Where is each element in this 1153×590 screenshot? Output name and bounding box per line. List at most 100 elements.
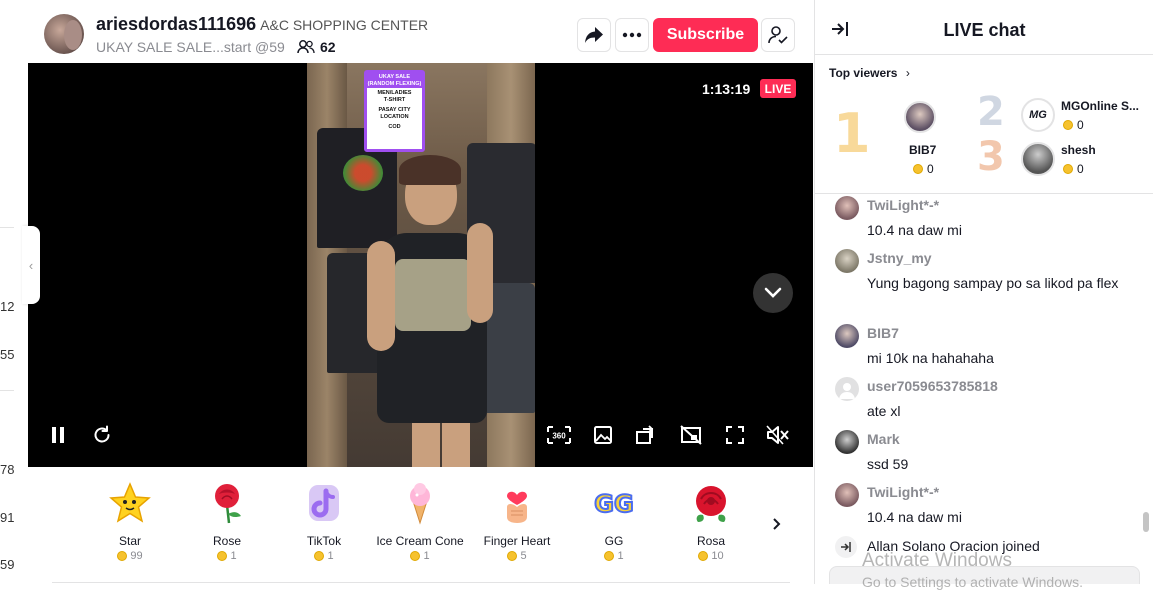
view-360-icon: 360 [547, 426, 571, 444]
chat-user-avatar[interactable] [835, 324, 859, 348]
picture-mode-button[interactable] [591, 423, 615, 447]
pause-button[interactable] [46, 423, 70, 447]
follow-user-button[interactable] [761, 18, 795, 52]
gift-name: GG [604, 534, 624, 548]
more-dots-icon [622, 32, 642, 38]
chat-user-avatar[interactable] [835, 430, 859, 454]
gift-name: TikTok [306, 534, 342, 548]
share-button[interactable] [577, 18, 611, 52]
gift-gg[interactable]: GG GG 1 [566, 479, 662, 562]
chat-text: ate xl [867, 403, 901, 419]
tiktok-gift-icon [309, 485, 339, 521]
gift-cost: 1 [327, 550, 334, 562]
chat-username[interactable]: BIB7 [867, 325, 899, 341]
chevron-right-icon: › [905, 66, 910, 80]
divider [0, 227, 14, 228]
username-text: ariesdordas111696 [96, 14, 257, 34]
live-video-player[interactable]: UKAY SALE (RANDOM FLEXING) MEN/LADIES T-… [28, 63, 813, 467]
chat-user-avatar[interactable] [835, 249, 859, 273]
pip-off-button[interactable] [679, 423, 703, 447]
top-viewer-name: BIB7 [909, 143, 937, 157]
gift-ice-cream-cone[interactable]: Ice Cream Cone 1 [372, 479, 468, 562]
gift-cost: 1 [617, 550, 624, 562]
count-text: 55 [0, 347, 15, 362]
gift-tiktok[interactable]: TikTok 1 [276, 479, 372, 562]
gift-rosa[interactable]: Rosa 10 [663, 479, 759, 562]
refresh-button[interactable] [90, 423, 114, 447]
divider [52, 582, 790, 583]
join-icon [835, 536, 857, 558]
windows-watermark-title: Activate Windows [862, 550, 1012, 571]
chat-username[interactable]: TwiLight*-* [867, 484, 939, 500]
top-viewer-name: shesh [1061, 143, 1096, 157]
top-viewer-coins: 0 [1077, 162, 1084, 176]
rank-number: 2 [977, 89, 1005, 135]
gift-finger-heart[interactable]: Finger Heart 5 [469, 479, 565, 562]
sign-heading-sub: (RANDOM FLEXING) [367, 80, 422, 87]
count-text: 12 [0, 299, 15, 314]
divider [0, 390, 14, 391]
top-viewer-avatar[interactable]: MG [1021, 98, 1055, 132]
view-360-button[interactable]: 360 [546, 423, 572, 447]
shop-name: A&C SHOPPING CENTER [260, 17, 429, 33]
chat-user-avatar[interactable] [835, 483, 859, 507]
top-viewer-avatar[interactable] [904, 101, 936, 133]
mute-button[interactable] [766, 423, 790, 447]
chevron-left-icon: ‹ [28, 257, 34, 273]
image-icon [594, 426, 612, 444]
coin-icon [217, 551, 228, 561]
coin-icon [1063, 120, 1073, 130]
divider [815, 193, 1153, 194]
muted-speaker-icon [766, 425, 789, 445]
count-text: 59 [0, 557, 15, 572]
default-avatar-icon[interactable] [835, 377, 859, 401]
coin-icon [410, 551, 421, 561]
gift-star[interactable]: Star 99 [82, 479, 178, 562]
rotate-screen-button[interactable] [634, 423, 658, 447]
top-viewers-link[interactable]: Top viewers › [829, 66, 910, 80]
coin-icon [698, 551, 709, 561]
chat-username[interactable]: TwiLight*-* [867, 197, 939, 213]
subscribe-button[interactable]: Subscribe [653, 18, 758, 52]
collapse-arrow-icon [832, 22, 848, 36]
gift-rose[interactable]: Rose 1 [179, 479, 275, 562]
coin-icon [1063, 164, 1073, 174]
top-viewers-label: Top viewers [829, 66, 898, 80]
fullscreen-button[interactable] [723, 423, 747, 447]
coin-icon [117, 551, 128, 561]
chat-title: LIVE chat [943, 20, 1026, 40]
windows-watermark-text: Go to Settings to activate Windows. [862, 574, 1083, 590]
chat-username[interactable]: Mark [867, 431, 900, 447]
chat-header: LIVE chat [815, 0, 1153, 55]
gift-cost: 99 [130, 550, 143, 562]
gift-name: Star [118, 534, 141, 548]
host-avatar[interactable] [44, 14, 84, 54]
top-viewer-name: MGOnline S... [1061, 99, 1140, 113]
gift-name: Ice Cream Cone [376, 534, 464, 548]
gift-cost: 10 [711, 550, 724, 562]
user-check-icon [768, 26, 788, 44]
top-viewer-avatar[interactable] [1021, 142, 1055, 176]
live-timer: 1:13:19 [702, 81, 751, 97]
gift-name: Rose [212, 534, 241, 548]
count-text: 91 [0, 510, 15, 525]
rank-number: 1 [833, 102, 871, 165]
sidebar-collapse-handle[interactable]: ‹ [22, 226, 40, 304]
chat-text: 10.4 na daw mi [867, 509, 962, 525]
coin-icon [507, 551, 518, 561]
count-text: 78 [0, 462, 15, 477]
more-options-button[interactable] [615, 18, 649, 52]
chat-user-avatar[interactable] [835, 196, 859, 220]
chat-username[interactable]: user7059653785818 [867, 378, 998, 394]
chat-scrollbar[interactable] [1143, 512, 1149, 532]
collapse-chat-button[interactable] [831, 21, 849, 42]
host-username[interactable]: ariesdordas111696 A&C SHOPPING CENTER [96, 14, 428, 35]
rotate-screen-icon [636, 425, 654, 444]
sign-line: PASAY CITY [378, 107, 411, 113]
gift-cost: 5 [520, 550, 527, 562]
sign-line: LOCATION [380, 114, 409, 120]
next-stream-button[interactable] [753, 273, 793, 313]
chevron-right-icon [773, 518, 781, 530]
chat-username[interactable]: Jstny_my [867, 250, 932, 266]
gift-next-button[interactable] [772, 517, 782, 536]
